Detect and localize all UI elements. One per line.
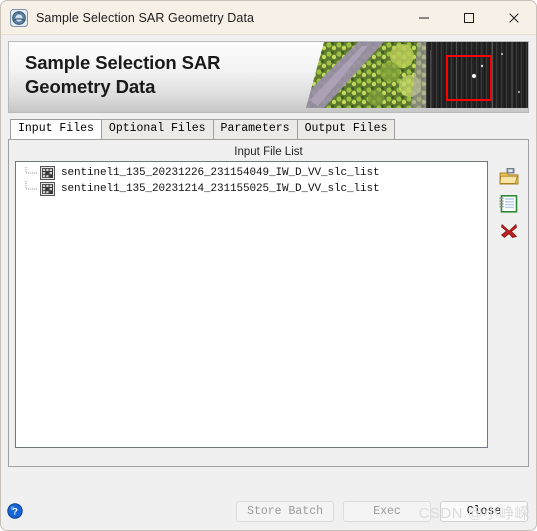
tree-branch-icon	[24, 181, 40, 197]
file-grid-icon	[40, 166, 55, 180]
notepad-list-icon[interactable]	[498, 193, 520, 215]
file-list-toolbar	[496, 161, 522, 247]
store-batch-button[interactable]: Store Batch	[236, 500, 334, 522]
tab-output-files[interactable]: Output Files	[296, 119, 396, 139]
application-window: Sample Selection SAR Geometry Data Sampl…	[0, 0, 537, 531]
delete-red-x-icon[interactable]	[498, 220, 520, 242]
minimize-icon[interactable]	[401, 1, 446, 34]
tab-strip: Input Files Optional Files Parameters Ou…	[1, 119, 536, 139]
tab-optional-files[interactable]: Optional Files	[100, 119, 214, 139]
tree-branch-icon	[24, 165, 40, 181]
input-files-panel: Input File List sentinel1_135_20231226_2…	[8, 139, 529, 467]
exec-button[interactable]: Exec	[343, 500, 431, 522]
banner: Sample Selection SAR Geometry Data	[8, 41, 529, 113]
input-file-list-label: Input File List	[234, 146, 303, 158]
file-name: sentinel1_135_20231226_231154049_IW_D_VV…	[61, 167, 380, 179]
title-bar: Sample Selection SAR Geometry Data	[1, 1, 536, 35]
tab-parameters[interactable]: Parameters	[212, 119, 298, 139]
satellite-app-icon	[10, 8, 28, 27]
window-controls	[401, 1, 536, 34]
svg-text:?: ?	[12, 507, 18, 518]
tab-input-files[interactable]: Input Files	[10, 119, 102, 139]
open-folder-icon[interactable]	[498, 166, 520, 188]
list-item[interactable]: sentinel1_135_20231214_231155025_IW_D_VV…	[16, 181, 487, 197]
list-item[interactable]: sentinel1_135_20231226_231154049_IW_D_VV…	[16, 165, 487, 181]
banner-heading: Sample Selection SAR Geometry Data	[25, 52, 221, 98]
window-title: Sample Selection SAR Geometry Data	[36, 10, 255, 25]
footer-bar: ? Store Batch Exec Close	[1, 492, 536, 530]
file-grid-icon	[40, 182, 55, 196]
help-question-icon[interactable]: ?	[7, 503, 23, 519]
banner-area: Sample Selection SAR Geometry Data	[1, 35, 536, 113]
banner-thumbnail	[306, 42, 528, 112]
file-name: sentinel1_135_20231214_231155025_IW_D_VV…	[61, 183, 380, 195]
close-button[interactable]: Close	[440, 500, 528, 522]
close-icon[interactable]	[491, 1, 536, 34]
maximize-icon[interactable]	[446, 1, 491, 34]
file-list-row: sentinel1_135_20231226_231154049_IW_D_VV…	[15, 161, 522, 448]
input-file-list[interactable]: sentinel1_135_20231226_231154049_IW_D_VV…	[15, 161, 488, 448]
